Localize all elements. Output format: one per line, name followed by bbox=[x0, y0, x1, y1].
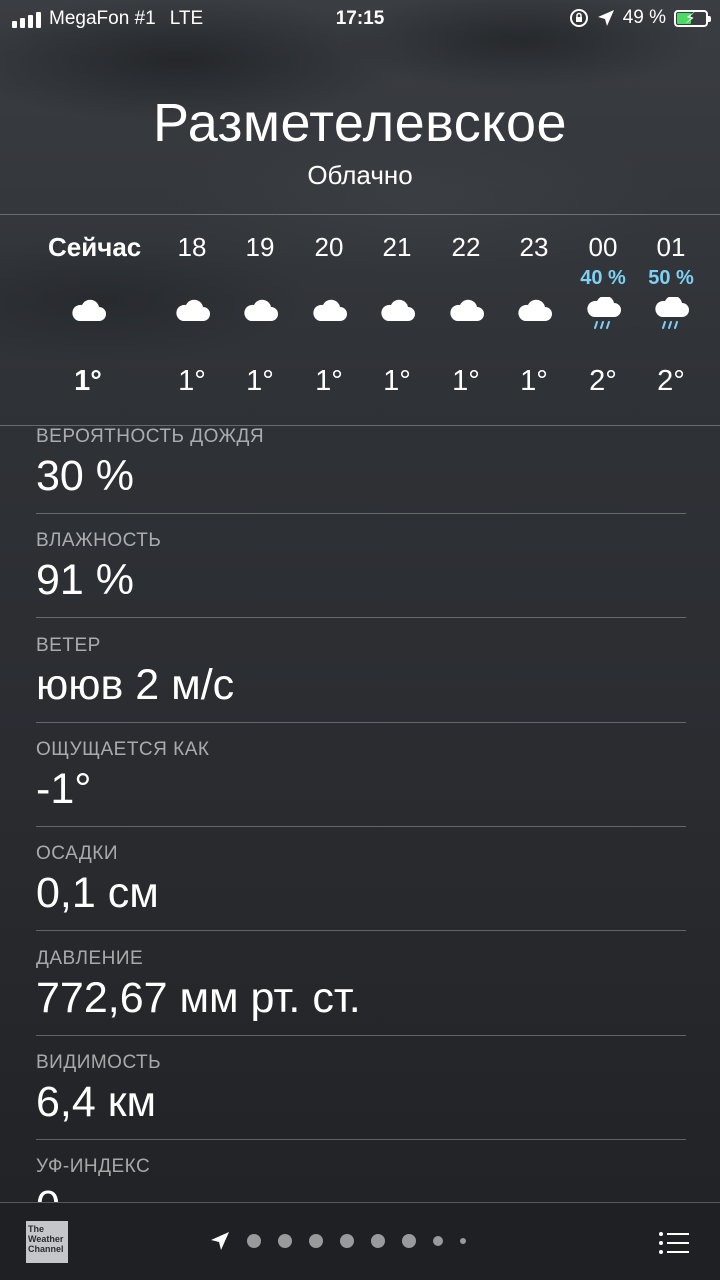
page-dot[interactable] bbox=[278, 1234, 292, 1248]
cloud-icon bbox=[448, 297, 484, 331]
detail-label: ДАВЛЕНИЕ bbox=[36, 947, 144, 969]
detail-row: ВЕРОЯТНОСТЬ ДОЖДЯ 30 % bbox=[36, 426, 686, 530]
hour-temperature: 1° bbox=[383, 365, 411, 397]
cloud-icon bbox=[516, 297, 552, 331]
detail-value: 30 % bbox=[36, 452, 135, 500]
detail-row: ВЕТЕР ююв 2 м/с bbox=[36, 635, 686, 739]
city-name: Разметелевское bbox=[152, 93, 568, 153]
cloud-icon bbox=[70, 297, 106, 331]
detail-row: ВЛАЖНОСТЬ 91 % bbox=[36, 530, 686, 634]
page-dot[interactable] bbox=[460, 1238, 466, 1244]
detail-label: ВИДИМОСТЬ bbox=[36, 1051, 162, 1073]
precip-chance: 4 bbox=[700, 267, 720, 290]
precip-chance: 50 % bbox=[648, 267, 694, 289]
hour-temperature: 1° bbox=[520, 365, 548, 397]
hour-temperature: 2° bbox=[657, 365, 685, 397]
current-location-page-icon[interactable] bbox=[210, 1231, 230, 1251]
detail-row: УФ-ИНДЕКС 0 bbox=[36, 1156, 686, 1202]
hour-time: 19 bbox=[245, 232, 275, 262]
detail-value: 6,4 км bbox=[36, 1077, 157, 1126]
detail-divider bbox=[36, 1138, 686, 1140]
page-dot[interactable] bbox=[309, 1234, 323, 1248]
detail-label: ВЕТЕР bbox=[36, 634, 101, 656]
cloud-icon bbox=[311, 297, 347, 331]
cloud-icon bbox=[174, 297, 210, 331]
detail-label: УФ-ИНДЕКС bbox=[36, 1156, 151, 1178]
detail-label: ВЕРОЯТНОСТЬ ДОЖДЯ bbox=[36, 426, 265, 447]
page-dot[interactable] bbox=[340, 1234, 354, 1248]
cloud-icon bbox=[242, 297, 278, 331]
detail-row: ОСАДКИ 0,1 см bbox=[36, 843, 686, 947]
detail-row: ОЩУЩАЕТСЯ КАК -1° bbox=[36, 739, 686, 843]
city-list-button[interactable] bbox=[658, 1231, 690, 1255]
rain-cloud-icon bbox=[585, 295, 621, 331]
detail-value: 0,1 см bbox=[36, 869, 159, 918]
hour-column: 21 1° bbox=[357, 215, 437, 425]
detail-value: 772,67 мм рт. ст. bbox=[36, 973, 361, 1022]
hour-column: 4 bbox=[700, 215, 720, 425]
weather-details[interactable]: ВЕРОЯТНОСТЬ ДОЖДЯ 30 % ВЛАЖНОСТЬ 91 % ВЕТЕР ю… bbox=[0, 426, 720, 1202]
page-dot[interactable] bbox=[247, 1234, 261, 1248]
hour-column: 01 50 % 2° bbox=[631, 215, 711, 425]
bottom-bar: The Weather Channel bbox=[0, 1202, 720, 1280]
detail-value: 91 % bbox=[36, 556, 135, 605]
cloud-icon bbox=[379, 297, 415, 331]
detail-row: ДАВЛЕНИЕ 772,67 мм рт. ст. bbox=[36, 948, 686, 1052]
charging-icon: ⚡ bbox=[685, 9, 696, 27]
hour-time: 01 bbox=[656, 232, 686, 262]
detail-label: ВЛАЖНОСТЬ bbox=[36, 530, 162, 552]
hour-time: 21 bbox=[382, 232, 412, 262]
battery-percent: 49 % bbox=[622, 7, 666, 28]
detail-value: ююв 2 м/с bbox=[36, 660, 235, 709]
hour-column: Сейчас 1° bbox=[48, 215, 142, 425]
weather-channel-logo[interactable]: The Weather Channel bbox=[26, 1221, 68, 1263]
status-right: 49 % ⚡ bbox=[569, 7, 711, 29]
rain-cloud-icon bbox=[653, 295, 689, 331]
page-dot[interactable] bbox=[433, 1236, 443, 1246]
detail-divider bbox=[36, 825, 686, 827]
location-icon bbox=[597, 10, 614, 26]
detail-divider bbox=[36, 617, 686, 619]
orientation-lock-icon bbox=[569, 9, 588, 27]
hour-temperature: 1° bbox=[246, 365, 274, 397]
hour-column: 23 1° bbox=[494, 215, 574, 425]
hour-time: Сейчас bbox=[48, 232, 142, 262]
battery-icon: ⚡ bbox=[674, 9, 711, 27]
hour-temperature: 1° bbox=[74, 365, 102, 397]
detail-divider bbox=[36, 721, 686, 723]
detail-value: 0 bbox=[36, 1182, 60, 1202]
detail-row: ВИДИМОСТЬ 6,4 км bbox=[36, 1052, 686, 1156]
hour-time: 23 bbox=[519, 232, 549, 262]
page-dot[interactable] bbox=[371, 1234, 385, 1248]
page-indicator[interactable] bbox=[210, 1231, 466, 1251]
status-bar: MegaFon #1 LTE 17:15 49 % ⚡ bbox=[0, 0, 720, 38]
detail-label: ОСАДКИ bbox=[36, 843, 118, 865]
detail-divider bbox=[36, 1034, 686, 1036]
current-condition: Облачно bbox=[307, 160, 413, 190]
detail-value: -1° bbox=[36, 764, 92, 813]
detail-divider bbox=[36, 513, 686, 514]
hour-column: 19 1° bbox=[220, 215, 300, 425]
detail-label: ОЩУЩАЕТСЯ КАК bbox=[36, 738, 210, 760]
page-dot[interactable] bbox=[402, 1234, 416, 1248]
hourly-forecast[interactable]: Сейчас 1° 18 1° 19 1° 20 1° 21 1° 22 1° 23 1° 00 40 % 2°… bbox=[0, 215, 720, 425]
detail-divider bbox=[36, 930, 686, 932]
